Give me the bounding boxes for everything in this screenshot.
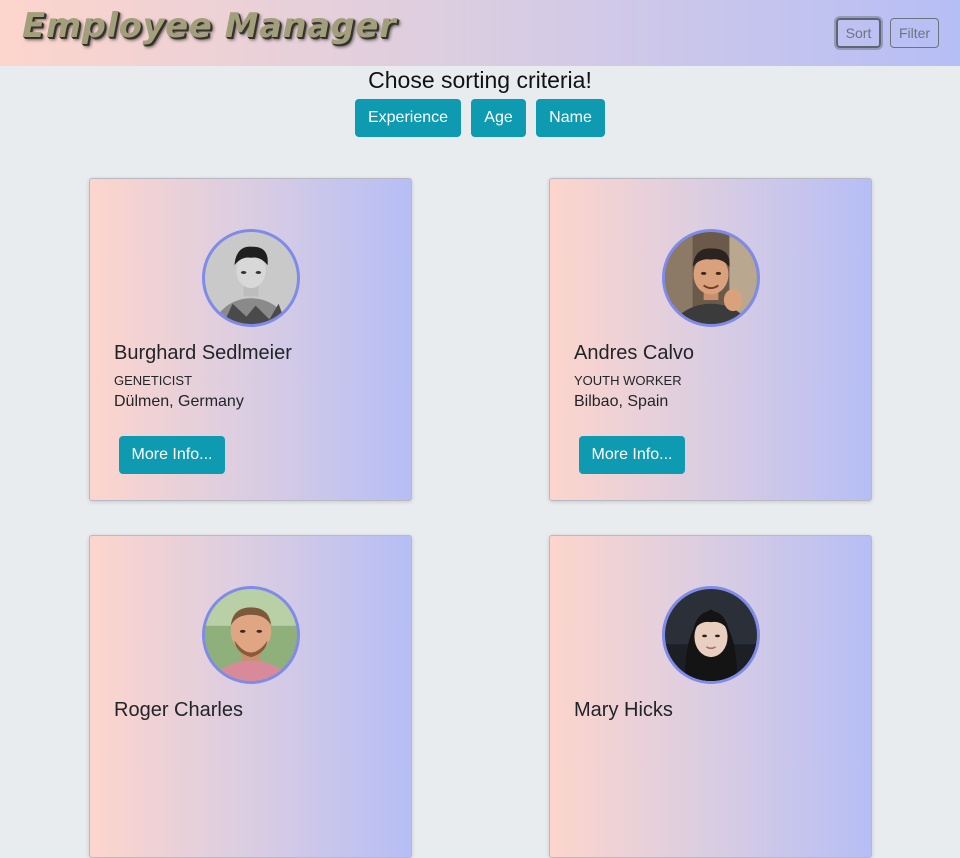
- employee-card: Roger Charles: [89, 535, 412, 858]
- avatar: [202, 229, 300, 327]
- employee-card: Burghard Sedlmeier GENETICIST Dülmen, Ge…: [89, 178, 412, 501]
- employee-name: Burghard Sedlmeier: [114, 342, 292, 364]
- employee-card: Mary Hicks: [549, 535, 872, 858]
- sort-age-button[interactable]: Age: [471, 99, 526, 137]
- filter-button[interactable]: Filter: [890, 18, 939, 48]
- more-info-button[interactable]: More Info...: [119, 436, 225, 474]
- employee-job: GENETICIST: [114, 373, 193, 388]
- sort-name-button[interactable]: Name: [536, 99, 605, 137]
- app-logo[interactable]: Employee Manager: [22, 6, 396, 46]
- sort-experience-button[interactable]: Experience: [355, 99, 461, 137]
- employee-card: Andres Calvo YOUTH WORKER Bilbao, Spain …: [549, 178, 872, 501]
- more-info-button[interactable]: More Info...: [579, 436, 685, 474]
- sort-button[interactable]: Sort: [836, 18, 881, 48]
- employee-name: Roger Charles: [114, 699, 243, 721]
- employee-location: Dülmen, Germany: [114, 393, 244, 410]
- navbar: Employee Manager Sort Filter: [0, 0, 960, 66]
- sorting-title: Chose sorting criteria!: [368, 67, 592, 93]
- avatar: [202, 586, 300, 684]
- avatar: [662, 229, 760, 327]
- employee-name: Andres Calvo: [574, 342, 695, 364]
- avatar: [662, 586, 760, 684]
- employee-job: YOUTH WORKER: [574, 373, 682, 388]
- employee-location: Bilbao, Spain: [574, 393, 669, 410]
- employee-name: Mary Hicks: [574, 699, 673, 721]
